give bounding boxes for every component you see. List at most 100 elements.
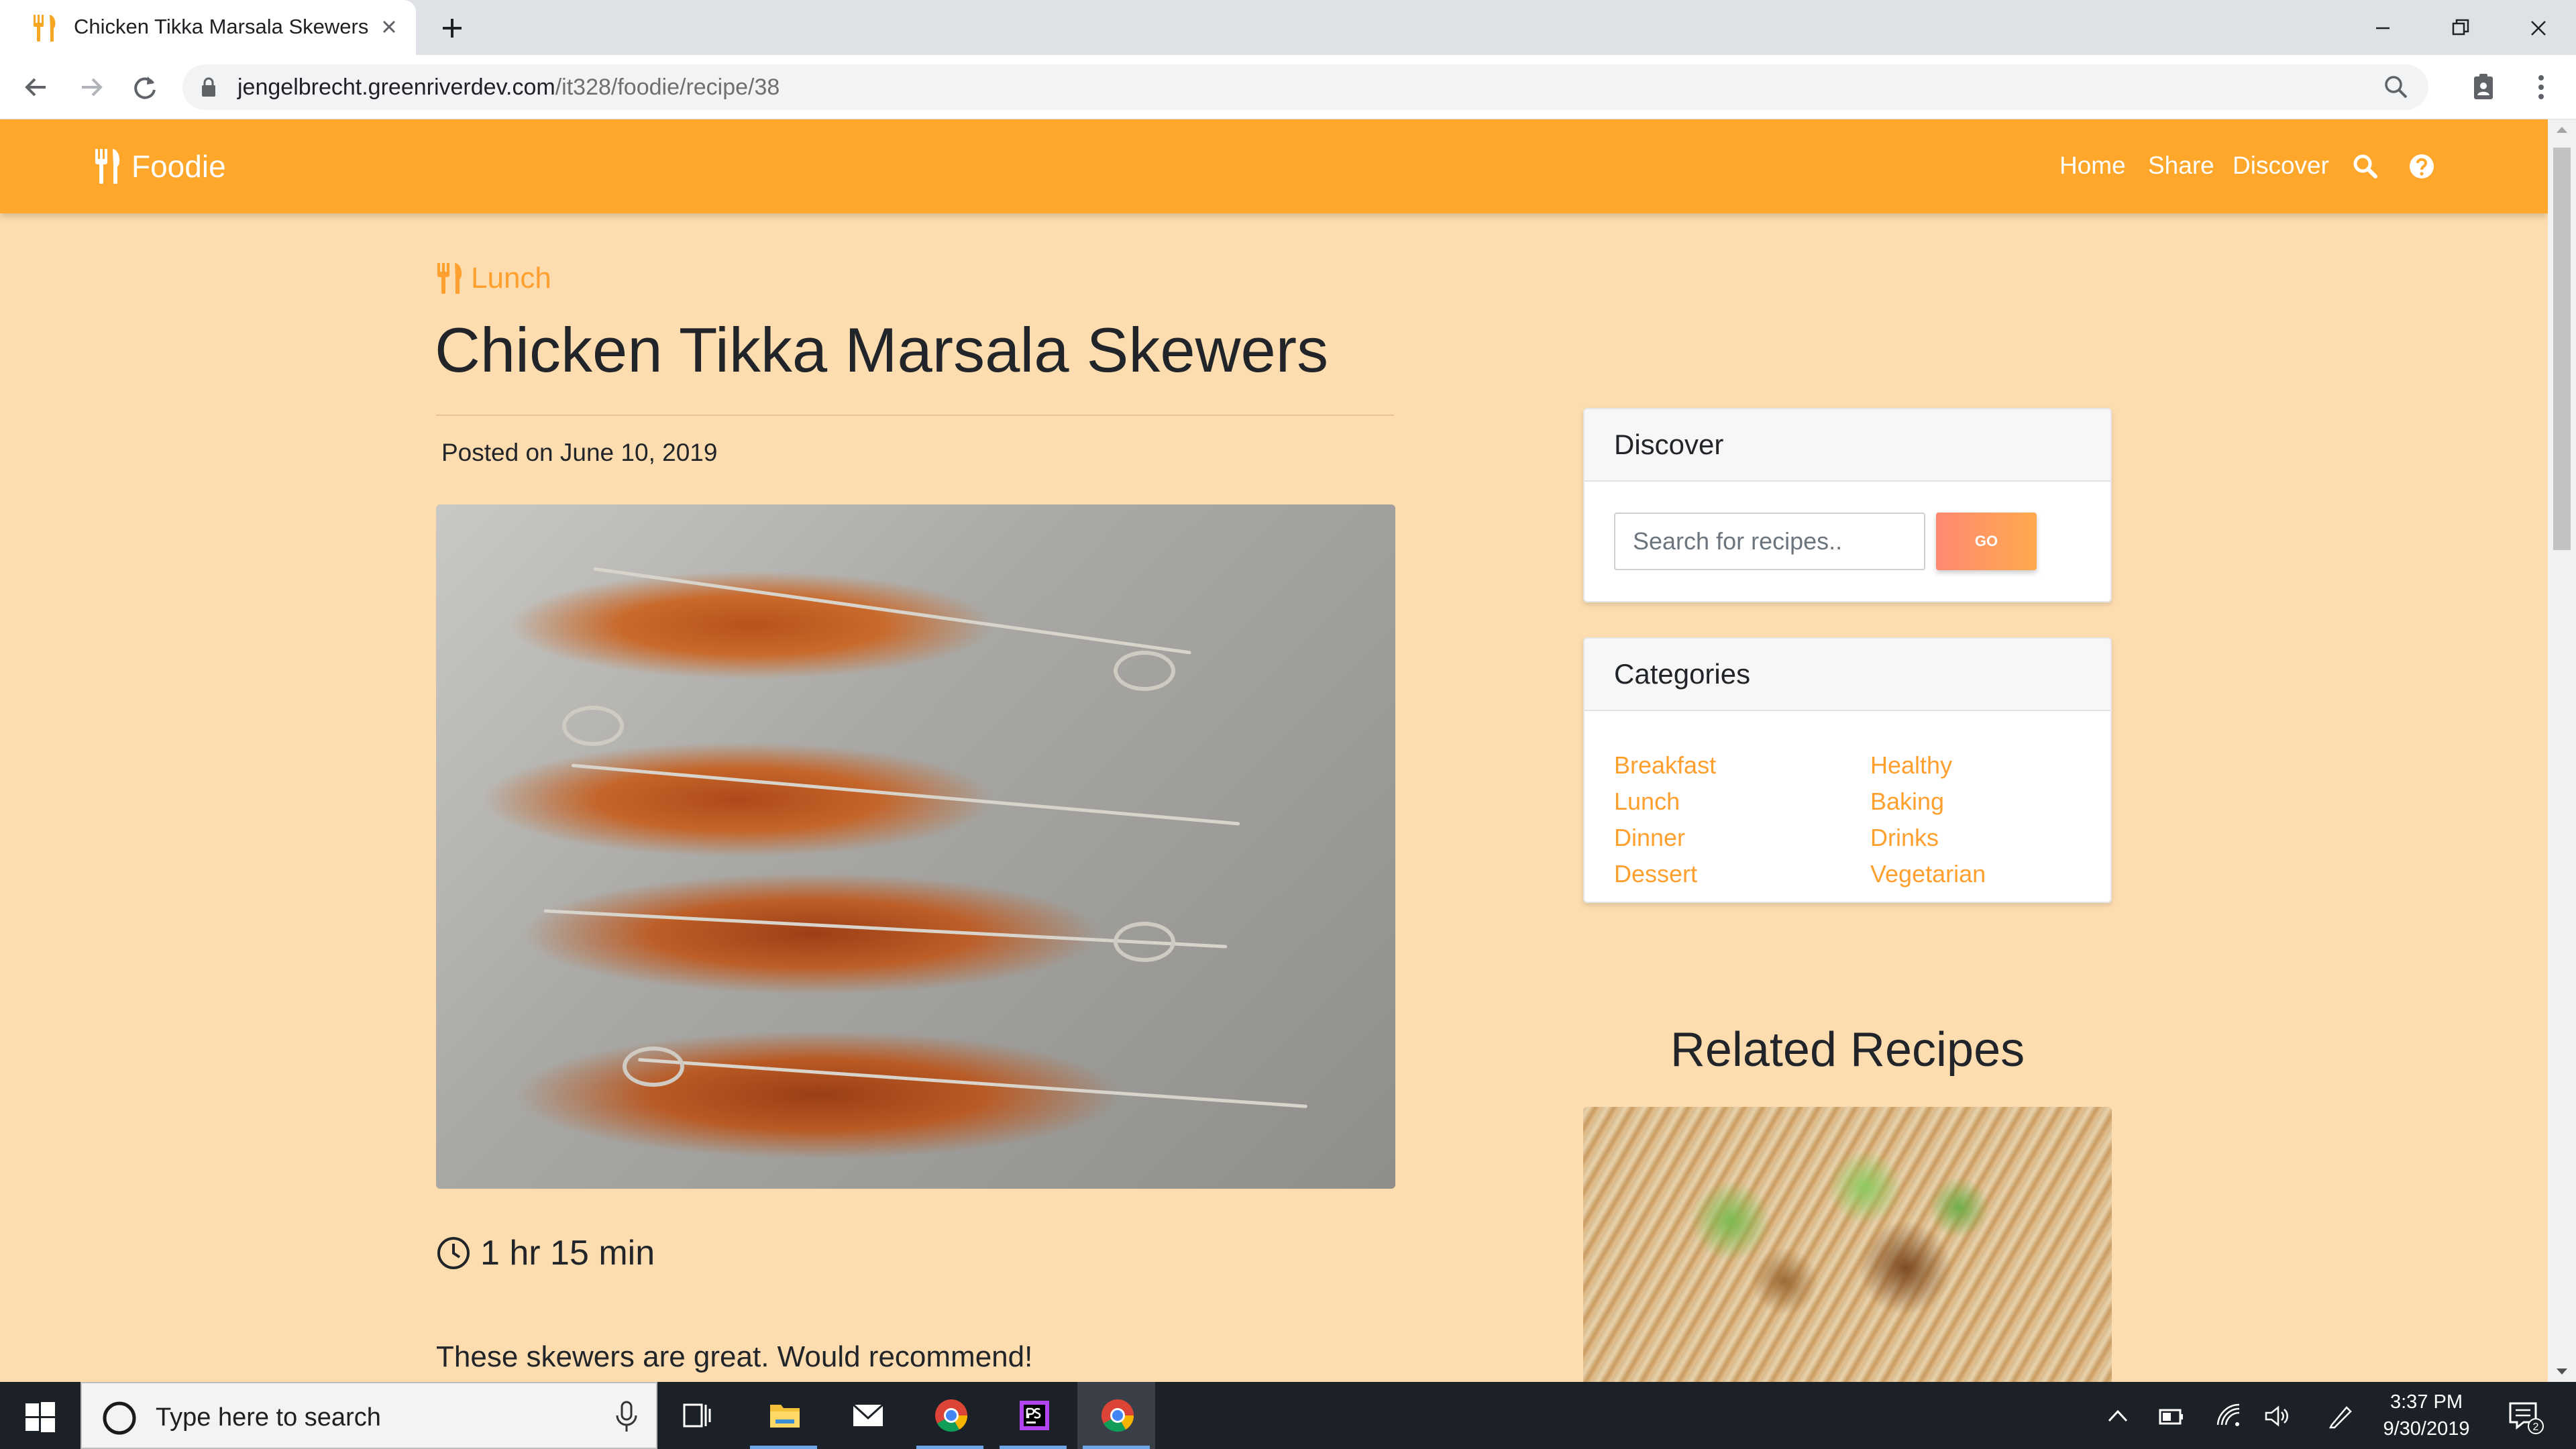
phpstorm-button[interactable] <box>994 1382 1072 1449</box>
browser-toolbar: jengelbrecht.greenriverdev.com/it328/foo… <box>0 55 2576 119</box>
wifi-icon[interactable] <box>2215 1402 2243 1430</box>
pen-icon[interactable] <box>2326 1402 2355 1430</box>
chrome-active-button[interactable] <box>1077 1382 1155 1449</box>
skewer-ring <box>623 1046 684 1087</box>
scroll-down-arrow-icon[interactable] <box>2555 1366 2569 1378</box>
tab-title: Chicken Tikka Marsala Skewers <box>74 15 369 38</box>
chrome-icon <box>935 1399 968 1432</box>
brand-link[interactable]: Foodie <box>94 148 226 185</box>
forward-icon[interactable] <box>74 70 109 105</box>
discover-card: Discover GO <box>1583 408 2112 602</box>
cook-time: 1 hr 15 min <box>436 1233 655 1273</box>
category-link[interactable]: Breakfast <box>1614 747 1870 784</box>
help-icon[interactable] <box>2408 153 2435 180</box>
recipe-category[interactable]: Lunch <box>436 262 551 295</box>
scroll-up-arrow-icon[interactable] <box>2555 123 2569 136</box>
utensils-icon <box>437 263 462 294</box>
category-link[interactable]: Lunch <box>1614 784 1870 820</box>
running-indicator <box>1000 1446 1067 1449</box>
category-link[interactable]: Vegetarian <box>1870 856 2084 892</box>
skewer-ring <box>1114 922 1175 962</box>
page-viewport: Foodie Home Share Discover Lunch Chicken… <box>0 119 2548 1382</box>
lock-icon[interactable] <box>200 76 217 98</box>
phpstorm-icon <box>1020 1401 1049 1430</box>
folder-icon <box>770 1405 800 1428</box>
page-scrollbar[interactable] <box>2548 119 2576 1382</box>
clock-time: 3:37 PM <box>2390 1391 2463 1413</box>
recipe-description: These skewers are great. Would recommend… <box>436 1340 1033 1373</box>
category-link[interactable]: Drinks <box>1870 820 2084 856</box>
url-text[interactable]: jengelbrecht.greenriverdev.com/it328/foo… <box>237 74 780 101</box>
recipe-search-input[interactable] <box>1614 513 1925 570</box>
task-view-icon <box>683 1403 711 1428</box>
volume-icon[interactable] <box>2263 1402 2292 1430</box>
skewer <box>593 567 1191 655</box>
nav-discover-link[interactable]: Discover <box>2233 152 2329 180</box>
mail-icon <box>852 1403 884 1426</box>
search-icon[interactable] <box>2383 74 2410 101</box>
notification-count: 2 <box>2533 1421 2539 1433</box>
notifications-icon[interactable]: 2 <box>2506 1398 2544 1436</box>
clock-date: 9/30/2019 <box>2383 1418 2470 1440</box>
related-recipe-image[interactable] <box>1583 1107 2112 1382</box>
skewer <box>638 1058 1307 1108</box>
category-list: Breakfast Healthy Lunch Baking Dinner Dr… <box>1614 747 2084 892</box>
utensils-icon <box>34 15 56 42</box>
close-window-icon[interactable] <box>2520 9 2557 47</box>
back-icon[interactable] <box>19 70 54 105</box>
close-tab-icon[interactable] <box>376 13 402 40</box>
running-indicator <box>1083 1446 1150 1449</box>
clock-icon <box>437 1237 470 1269</box>
go-button[interactable]: GO <box>1936 513 2037 570</box>
chrome-icon <box>1102 1399 1134 1432</box>
category-link[interactable]: Healthy <box>1870 747 2084 784</box>
task-view-button[interactable] <box>657 1382 735 1449</box>
browser-tab-strip: Chicken Tikka Marsala Skewers <box>0 0 2576 55</box>
cook-time-text: 1 hr 15 min <box>480 1234 655 1273</box>
minimize-icon[interactable] <box>2364 9 2402 47</box>
category-link[interactable]: Dessert <box>1614 856 1870 892</box>
chevron-up-icon[interactable] <box>2104 1402 2132 1430</box>
category-link[interactable]: Dinner <box>1614 820 1870 856</box>
brand-name: Foodie <box>131 149 226 184</box>
recipe-image <box>436 504 1395 1189</box>
file-explorer-button[interactable] <box>745 1382 822 1449</box>
cortana-icon[interactable] <box>101 1399 138 1437</box>
profile-icon[interactable] <box>2467 71 2500 103</box>
categories-card: Categories Breakfast Healthy Lunch Bakin… <box>1583 637 2112 903</box>
battery-icon[interactable] <box>2157 1402 2186 1430</box>
taskbar-search-box[interactable]: Type here to search <box>80 1382 657 1449</box>
skewer <box>571 763 1240 826</box>
recipe-category-label: Lunch <box>471 262 551 294</box>
microphone-icon[interactable] <box>613 1401 640 1433</box>
chrome-button[interactable] <box>911 1382 989 1449</box>
windows-taskbar: Type here to search 3:37 PM 9/30/2019 2 <box>0 1382 2576 1449</box>
site-navbar: Foodie Home Share Discover <box>0 119 2548 213</box>
nav-home-link[interactable]: Home <box>2059 152 2126 180</box>
restore-icon[interactable] <box>2442 9 2479 47</box>
search-icon[interactable] <box>2352 153 2379 180</box>
nav-share-link[interactable]: Share <box>2148 152 2214 180</box>
system-clock[interactable]: 3:37 PM 9/30/2019 <box>2369 1389 2483 1442</box>
taskbar-search-placeholder: Type here to search <box>156 1403 381 1432</box>
categories-card-title: Categories <box>1585 639 2110 711</box>
discover-card-title: Discover <box>1585 409 2110 482</box>
new-tab-icon[interactable] <box>436 12 468 44</box>
related-recipes-title: Related Recipes <box>1670 1023 2025 1077</box>
skewer-ring <box>562 706 624 746</box>
utensils-icon <box>95 149 120 184</box>
posted-date: Posted on June 10, 2019 <box>441 439 718 466</box>
more-options-icon[interactable] <box>2525 71 2557 103</box>
running-indicator <box>916 1446 983 1449</box>
recipe-title: Chicken Tikka Marsala Skewers <box>435 315 1329 385</box>
browser-tab[interactable]: Chicken Tikka Marsala Skewers <box>0 0 416 55</box>
reload-icon[interactable] <box>127 70 162 105</box>
category-link[interactable]: Baking <box>1870 784 2084 820</box>
skewer-ring <box>1114 651 1175 691</box>
running-indicator <box>750 1446 817 1449</box>
mail-button[interactable] <box>828 1382 906 1449</box>
address-bar[interactable]: jengelbrecht.greenriverdev.com/it328/foo… <box>182 64 2428 110</box>
title-divider <box>436 415 1394 416</box>
windows-start-icon[interactable] <box>24 1401 56 1433</box>
scroll-thumb[interactable] <box>2553 148 2571 550</box>
